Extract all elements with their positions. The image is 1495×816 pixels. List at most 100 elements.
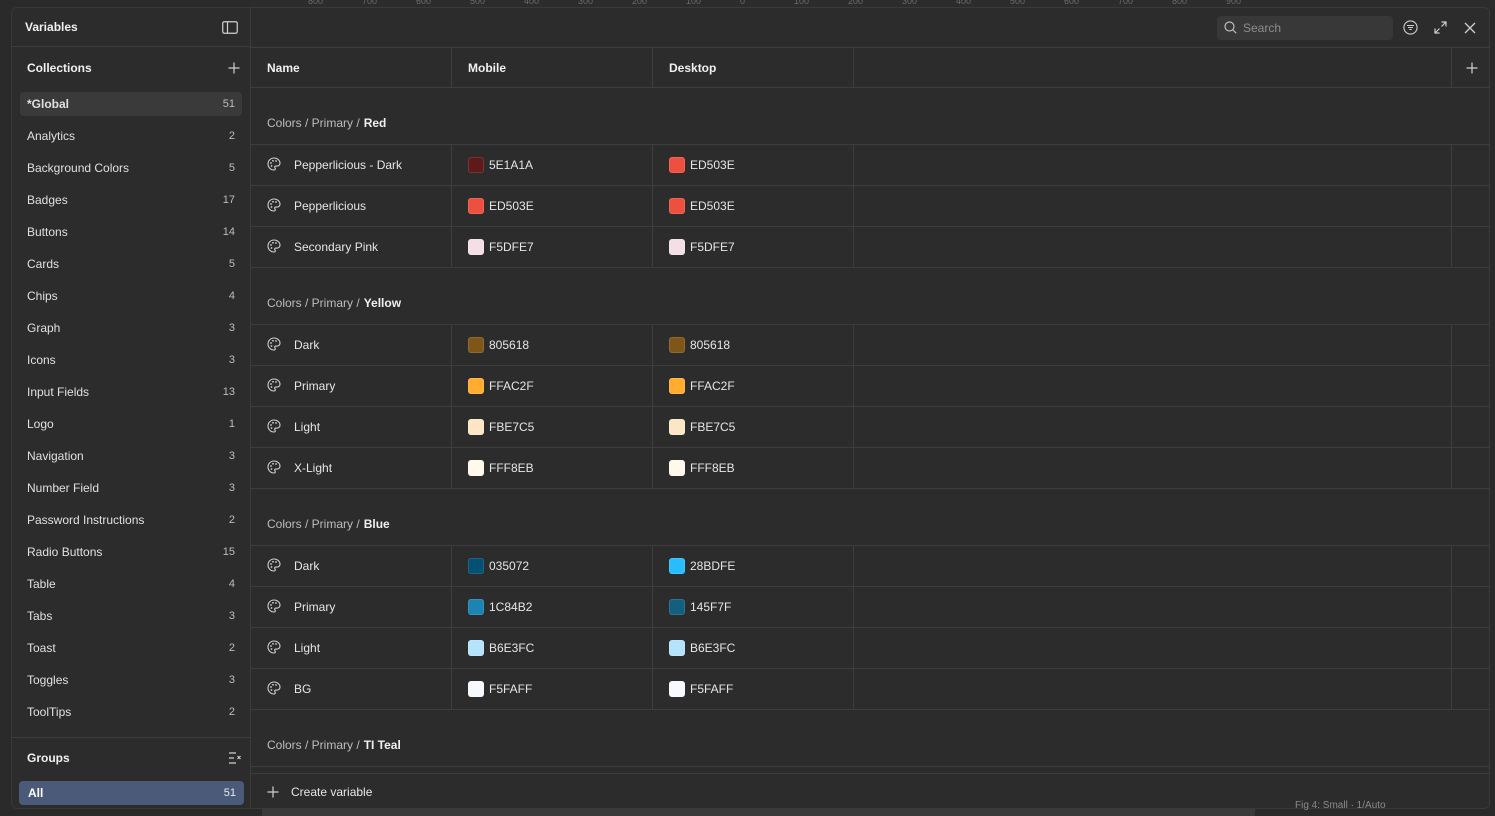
group-item-all[interactable]: All 51: [19, 781, 244, 805]
desktop-value-cell[interactable]: B6E3FC: [653, 628, 854, 668]
expand-icon[interactable]: [1427, 16, 1453, 40]
desktop-value-cell[interactable]: F5DFE7: [653, 227, 854, 267]
mobile-value-cell[interactable]: 805618: [452, 325, 653, 365]
color-swatch[interactable]: [468, 460, 484, 476]
collection-item[interactable]: Background Colors 5: [20, 152, 242, 184]
table-row[interactable]: Primary 1C84B2 145F7F: [251, 587, 1489, 628]
collection-item[interactable]: Input Fields 13: [20, 376, 242, 408]
desktop-value-cell[interactable]: FBE7C5: [653, 407, 854, 447]
desktop-value-cell[interactable]: FFF8EB: [653, 448, 854, 488]
collection-item[interactable]: Toast 2: [20, 632, 242, 664]
mobile-value-cell[interactable]: B6E3FC: [452, 628, 653, 668]
collection-item[interactable]: Navigation 3: [20, 440, 242, 472]
collection-item[interactable]: Toggles 3: [20, 664, 242, 696]
table-row[interactable]: Pepperlicious ED503E ED503E: [251, 186, 1489, 227]
color-swatch[interactable]: [468, 681, 484, 697]
variable-name-cell[interactable]: Primary: [251, 587, 452, 627]
search-input[interactable]: [1243, 20, 1383, 35]
variable-name-cell[interactable]: Primary: [251, 366, 452, 406]
color-swatch[interactable]: [669, 599, 685, 615]
variable-name-cell[interactable]: Pepperlicious - Dark: [251, 145, 452, 185]
color-swatch[interactable]: [669, 239, 685, 255]
color-swatch[interactable]: [669, 419, 685, 435]
mobile-value-cell[interactable]: 1C84B2: [452, 587, 653, 627]
desktop-value-cell[interactable]: 28BDFE: [653, 546, 854, 586]
color-swatch[interactable]: [669, 640, 685, 656]
variable-name-cell[interactable]: Secondary Pink: [251, 227, 452, 267]
table-row[interactable]: Light FBE7C5 FBE7C5: [251, 407, 1489, 448]
collection-item[interactable]: Chips 4: [20, 280, 242, 312]
collapse-groups-icon[interactable]: [225, 748, 245, 768]
collection-item[interactable]: Number Field 3: [20, 472, 242, 504]
color-swatch[interactable]: [468, 157, 484, 173]
variable-name-cell[interactable]: Dark: [251, 325, 452, 365]
collection-item[interactable]: Badges 17: [20, 184, 242, 216]
color-swatch[interactable]: [669, 460, 685, 476]
mobile-value-cell[interactable]: 035072: [452, 546, 653, 586]
collection-item[interactable]: Password Instructions 2: [20, 504, 242, 536]
close-icon[interactable]: [1457, 16, 1483, 40]
mobile-value-cell[interactable]: ED503E: [452, 186, 653, 226]
collection-item[interactable]: ToolTips 2: [20, 696, 242, 728]
add-mode-button[interactable]: [1452, 48, 1489, 87]
collection-item[interactable]: *Global 51: [20, 92, 242, 116]
collection-item[interactable]: Icons 3: [20, 344, 242, 376]
collection-item[interactable]: Tabs 3: [20, 600, 242, 632]
variable-name-cell[interactable]: Pepperlicious: [251, 186, 452, 226]
color-swatch[interactable]: [468, 419, 484, 435]
variable-name-cell[interactable]: Light: [251, 407, 452, 447]
table-row[interactable]: Dark 035072 28BDFE: [251, 546, 1489, 587]
mobile-value-cell[interactable]: FFAC2F: [452, 366, 653, 406]
color-swatch[interactable]: [669, 681, 685, 697]
color-swatch[interactable]: [669, 558, 685, 574]
desktop-value: B6E3FC: [690, 641, 736, 655]
color-swatch[interactable]: [468, 337, 484, 353]
color-swatch[interactable]: [468, 640, 484, 656]
desktop-value-cell[interactable]: ED503E: [653, 186, 854, 226]
collection-item[interactable]: Cards 5: [20, 248, 242, 280]
color-swatch[interactable]: [669, 337, 685, 353]
mobile-value-cell[interactable]: F5DFE7: [452, 227, 653, 267]
toggle-sidebar-icon[interactable]: [220, 17, 240, 37]
column-header-mobile[interactable]: Mobile: [452, 48, 653, 87]
variable-name-cell[interactable]: X-Light: [251, 448, 452, 488]
color-swatch[interactable]: [468, 198, 484, 214]
table-row[interactable]: Primary FFAC2F FFAC2F: [251, 366, 1489, 407]
desktop-value-cell[interactable]: F5FAFF: [653, 669, 854, 709]
mobile-value-cell[interactable]: F5FAFF: [452, 669, 653, 709]
color-swatch[interactable]: [468, 378, 484, 394]
search-box[interactable]: [1217, 15, 1393, 40]
table-row[interactable]: BG F5FAFF F5FAFF: [251, 669, 1489, 710]
desktop-value-cell[interactable]: ED503E: [653, 145, 854, 185]
color-swatch[interactable]: [468, 239, 484, 255]
desktop-value-cell[interactable]: 805618: [653, 325, 854, 365]
collection-item[interactable]: Radio Buttons 15: [20, 536, 242, 568]
variable-name-cell[interactable]: Dark: [251, 546, 452, 586]
table-row[interactable]: Secondary Pink F5DFE7 F5DFE7: [251, 227, 1489, 268]
collection-item[interactable]: Buttons 14: [20, 216, 242, 248]
table-row[interactable]: Light B6E3FC B6E3FC: [251, 628, 1489, 669]
collection-item[interactable]: Table 4: [20, 568, 242, 600]
collection-item[interactable]: Analytics 2: [20, 120, 242, 152]
add-collection-icon[interactable]: [224, 58, 244, 78]
collection-item[interactable]: Logo 1: [20, 408, 242, 440]
color-swatch[interactable]: [669, 157, 685, 173]
table-row[interactable]: Dark 805618 805618: [251, 325, 1489, 366]
variable-name-cell[interactable]: BG: [251, 669, 452, 709]
color-swatch[interactable]: [468, 558, 484, 574]
desktop-value-cell[interactable]: 145F7F: [653, 587, 854, 627]
table-row[interactable]: X-Light FFF8EB FFF8EB: [251, 448, 1489, 489]
filter-icon[interactable]: [1397, 16, 1423, 40]
mobile-value-cell[interactable]: FFF8EB: [452, 448, 653, 488]
table-row[interactable]: Pepperlicious - Dark 5E1A1A ED503E: [251, 145, 1489, 186]
collection-item[interactable]: Graph 3: [20, 312, 242, 344]
variable-name-cell[interactable]: Light: [251, 628, 452, 668]
mobile-value-cell[interactable]: FBE7C5: [452, 407, 653, 447]
column-header-desktop[interactable]: Desktop: [653, 48, 854, 87]
color-swatch[interactable]: [669, 198, 685, 214]
color-swatch[interactable]: [468, 599, 484, 615]
column-header-name[interactable]: Name: [251, 48, 452, 87]
color-swatch[interactable]: [669, 378, 685, 394]
mobile-value-cell[interactable]: 5E1A1A: [452, 145, 653, 185]
desktop-value-cell[interactable]: FFAC2F: [653, 366, 854, 406]
